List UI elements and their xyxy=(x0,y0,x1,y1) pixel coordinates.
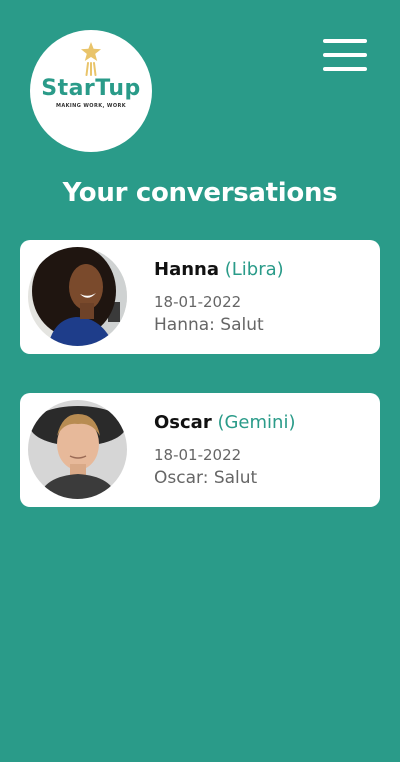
conversation-card[interactable]: Hanna (Libra) 18-01-2022 Hanna: Salut xyxy=(20,240,380,354)
logo-tagline: MAKING WORK, WORK xyxy=(55,103,127,109)
contact-zodiac-sign: (Gemini) xyxy=(217,412,296,433)
menu-bar xyxy=(323,39,367,43)
conversation-title: Oscar (Gemini) xyxy=(154,412,295,433)
conversation-date: 18-01-2022 xyxy=(154,446,242,464)
avatar xyxy=(28,247,127,346)
last-message-preview: Oscar: Salut xyxy=(154,468,258,488)
avatar-photo xyxy=(28,400,127,499)
avatar-photo xyxy=(28,247,127,346)
conversation-title: Hanna (Libra) xyxy=(154,259,284,280)
last-message-preview: Hanna: Salut xyxy=(154,315,264,335)
contact-name: Hanna xyxy=(154,259,219,280)
star-icon xyxy=(81,42,101,76)
contact-name: Oscar xyxy=(154,412,212,433)
conversation-card[interactable]: Oscar (Gemini) 18-01-2022 Oscar: Salut xyxy=(20,393,380,507)
hamburger-menu-icon[interactable] xyxy=(323,39,367,71)
startup-logo[interactable]: StarTup MAKING WORK, WORK xyxy=(30,30,152,152)
conversation-date: 18-01-2022 xyxy=(154,293,242,311)
menu-bar xyxy=(323,53,367,57)
menu-bar xyxy=(323,67,367,71)
logo-title: StarTup xyxy=(41,76,141,101)
avatar xyxy=(28,400,127,499)
contact-zodiac-sign: (Libra) xyxy=(224,259,284,280)
page-title: Your conversations xyxy=(62,178,338,208)
